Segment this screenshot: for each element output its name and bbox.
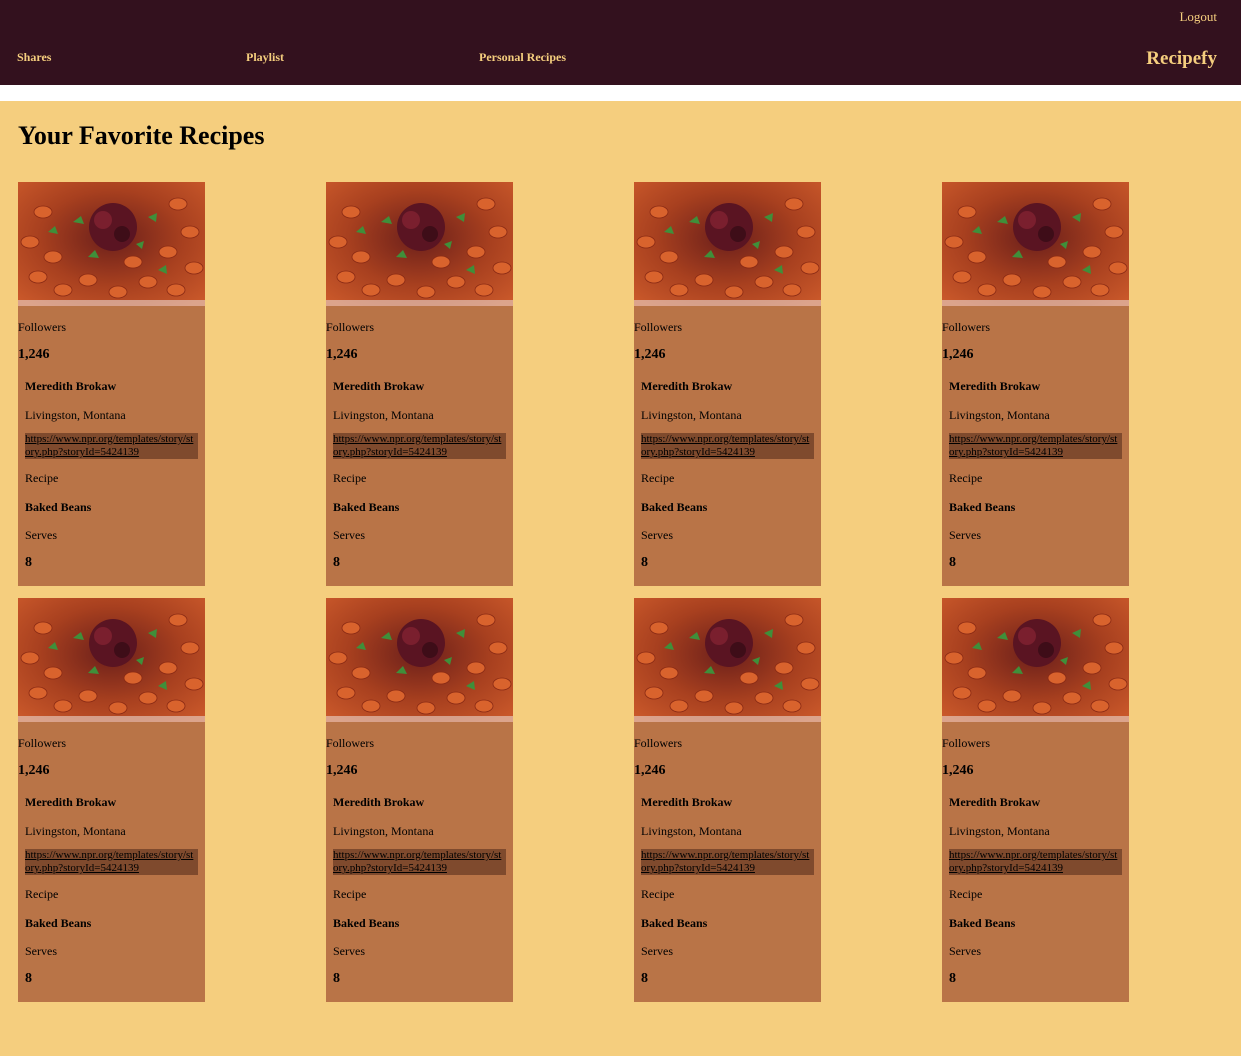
- recipe-label: Recipe: [949, 471, 983, 485]
- serves-count: 8: [949, 555, 956, 570]
- serves-count: 8: [25, 971, 32, 986]
- source-link[interactable]: https://www.npr.org/templates/story/stor…: [641, 433, 814, 459]
- serves-label: Serves: [25, 944, 57, 958]
- recipe-photo: [634, 182, 821, 306]
- serves-count: 8: [333, 971, 340, 986]
- recipe-label: Recipe: [333, 887, 367, 901]
- serves-label: Serves: [641, 528, 673, 542]
- recipe-name: Baked Beans: [641, 916, 708, 930]
- recipe-card[interactable]: Followers 1,246 Meredith Brokaw Livingst…: [942, 182, 1129, 586]
- serves-label: Serves: [641, 944, 673, 958]
- recipe-card[interactable]: Followers 1,246 Meredith Brokaw Livingst…: [942, 598, 1129, 1002]
- recipe-label: Recipe: [641, 887, 675, 901]
- followers-label: Followers: [18, 736, 66, 750]
- recipe-name: Baked Beans: [949, 500, 1016, 514]
- followers-label: Followers: [326, 736, 374, 750]
- author-name: Meredith Brokaw: [949, 379, 1041, 393]
- author-location: Livingston, Montana: [949, 824, 1050, 838]
- author-name: Meredith Brokaw: [333, 795, 425, 809]
- recipe-name: Baked Beans: [333, 916, 400, 930]
- followers-count: 1,246: [634, 347, 666, 362]
- serves-count: 8: [333, 555, 340, 570]
- serves-label: Serves: [333, 528, 365, 542]
- source-link[interactable]: https://www.npr.org/templates/story/stor…: [333, 433, 506, 459]
- author-location: Livingston, Montana: [333, 824, 434, 838]
- logout-link[interactable]: Logout: [1179, 9, 1217, 25]
- author-location: Livingston, Montana: [333, 408, 434, 422]
- recipe-card[interactable]: Followers 1,246 Meredith Brokaw Livingst…: [18, 598, 205, 1002]
- author-name: Meredith Brokaw: [641, 379, 733, 393]
- followers-label: Followers: [18, 320, 66, 334]
- top-navigation-bar: Logout Shares Playlist Personal Recipes …: [0, 0, 1241, 85]
- header-divider: [0, 85, 1241, 101]
- recipe-card[interactable]: Followers 1,246 Meredith Brokaw Livingst…: [634, 598, 821, 1002]
- followers-label: Followers: [942, 320, 990, 334]
- recipe-label: Recipe: [25, 887, 59, 901]
- recipe-label: Recipe: [641, 471, 675, 485]
- followers-count: 1,246: [18, 763, 50, 778]
- followers-count: 1,246: [326, 763, 358, 778]
- source-link[interactable]: https://www.npr.org/templates/story/stor…: [641, 849, 814, 875]
- recipe-photo: [942, 598, 1129, 722]
- followers-label: Followers: [942, 736, 990, 750]
- recipe-card[interactable]: Followers 1,246 Meredith Brokaw Livingst…: [326, 182, 513, 586]
- serves-count: 8: [25, 555, 32, 570]
- recipe-photo: [634, 598, 821, 722]
- author-name: Meredith Brokaw: [949, 795, 1041, 809]
- serves-count: 8: [641, 971, 648, 986]
- recipe-card[interactable]: Followers 1,246 Meredith Brokaw Livingst…: [18, 182, 205, 586]
- followers-label: Followers: [326, 320, 374, 334]
- followers-count: 1,246: [634, 763, 666, 778]
- followers-label: Followers: [634, 320, 682, 334]
- recipe-name: Baked Beans: [333, 500, 400, 514]
- recipe-photo: [942, 182, 1129, 306]
- followers-count: 1,246: [942, 347, 974, 362]
- serves-count: 8: [641, 555, 648, 570]
- source-link[interactable]: https://www.npr.org/templates/story/stor…: [25, 849, 198, 875]
- author-name: Meredith Brokaw: [333, 379, 425, 393]
- serves-label: Serves: [949, 528, 981, 542]
- page-title: Your Favorite Recipes: [18, 121, 265, 150]
- recipe-label: Recipe: [949, 887, 983, 901]
- recipe-name: Baked Beans: [949, 916, 1016, 930]
- source-link[interactable]: https://www.npr.org/templates/story/stor…: [25, 433, 198, 459]
- recipe-card[interactable]: Followers 1,246 Meredith Brokaw Livingst…: [326, 598, 513, 1002]
- recipe-label: Recipe: [25, 471, 59, 485]
- recipe-name: Baked Beans: [25, 500, 92, 514]
- nav-playlist[interactable]: Playlist: [246, 50, 284, 65]
- author-location: Livingston, Montana: [25, 408, 126, 422]
- recipe-card-grid: Followers 1,246 Meredith Brokaw Livingst…: [18, 182, 1129, 1002]
- author-location: Livingston, Montana: [641, 408, 742, 422]
- serves-label: Serves: [25, 528, 57, 542]
- brand-logo-text[interactable]: Recipefy: [1146, 48, 1217, 70]
- recipe-photo: [18, 598, 205, 722]
- author-location: Livingston, Montana: [25, 824, 126, 838]
- recipe-photo: [326, 182, 513, 306]
- nav-shares[interactable]: Shares: [17, 50, 51, 65]
- recipe-photo: [18, 182, 205, 306]
- source-link[interactable]: https://www.npr.org/templates/story/stor…: [949, 433, 1122, 459]
- author-name: Meredith Brokaw: [25, 379, 117, 393]
- author-location: Livingston, Montana: [949, 408, 1050, 422]
- followers-count: 1,246: [18, 347, 50, 362]
- followers-count: 1,246: [326, 347, 358, 362]
- author-name: Meredith Brokaw: [25, 795, 117, 809]
- source-link[interactable]: https://www.npr.org/templates/story/stor…: [333, 849, 506, 875]
- serves-count: 8: [949, 971, 956, 986]
- source-link[interactable]: https://www.npr.org/templates/story/stor…: [949, 849, 1122, 875]
- serves-label: Serves: [949, 944, 981, 958]
- recipe-name: Baked Beans: [25, 916, 92, 930]
- recipe-name: Baked Beans: [641, 500, 708, 514]
- author-name: Meredith Brokaw: [641, 795, 733, 809]
- followers-label: Followers: [634, 736, 682, 750]
- recipe-label: Recipe: [333, 471, 367, 485]
- nav-personal-recipes[interactable]: Personal Recipes: [479, 50, 566, 65]
- author-location: Livingston, Montana: [641, 824, 742, 838]
- recipe-photo: [326, 598, 513, 722]
- serves-label: Serves: [333, 944, 365, 958]
- recipe-card[interactable]: Followers 1,246 Meredith Brokaw Livingst…: [634, 182, 821, 586]
- followers-count: 1,246: [942, 763, 974, 778]
